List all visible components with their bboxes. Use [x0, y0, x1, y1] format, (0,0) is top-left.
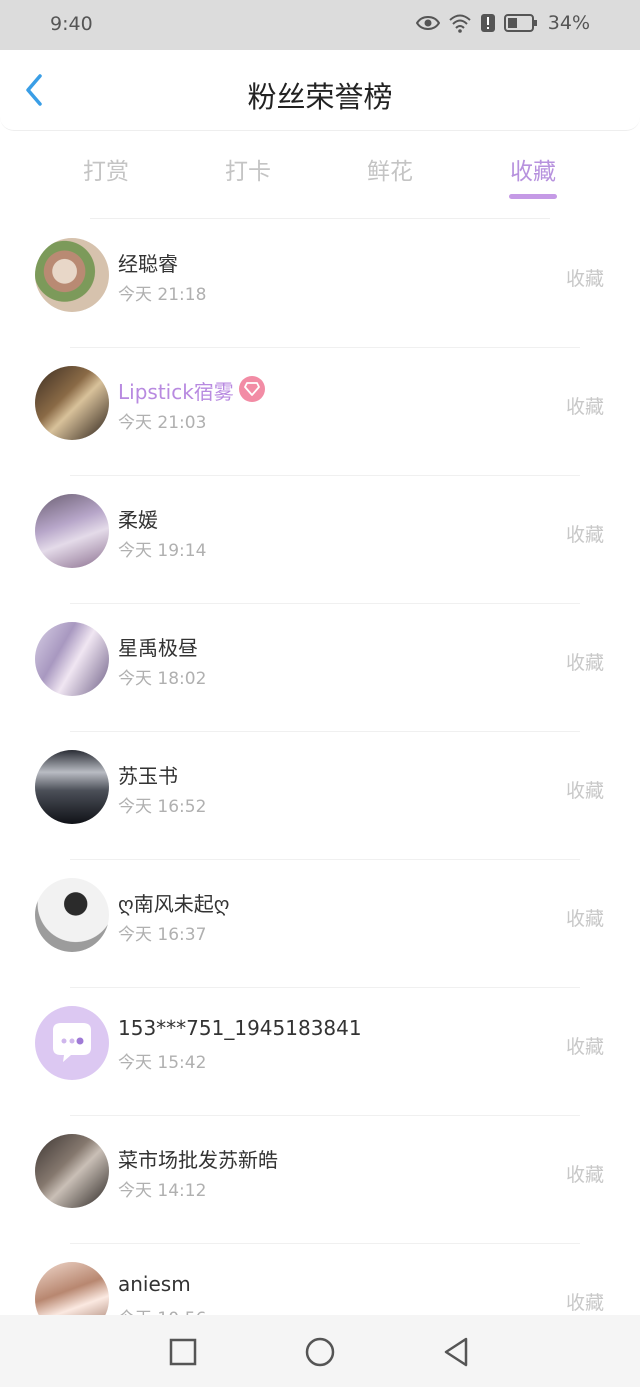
avatar — [35, 1134, 109, 1208]
avatar — [35, 494, 109, 568]
favorite-label: 收藏 — [565, 1292, 604, 1314]
fan-time: 今天 21:03 — [118, 413, 207, 433]
tab-flowers[interactable]: 鲜花 — [367, 152, 413, 186]
tab-favorites[interactable]: 收藏 — [510, 152, 556, 186]
fan-name: 经聪睿 — [118, 252, 178, 276]
fan-time: 今天 14:12 — [118, 1181, 207, 1201]
list-item[interactable]: 星禹极昼 今天 18:02 收藏 — [0, 604, 640, 732]
page-title: 粉丝荣誉榜 — [247, 80, 393, 114]
status-bar: 9:40 34% — [0, 0, 640, 50]
recent-apps-button[interactable] — [166, 1335, 200, 1369]
list-item[interactable]: 苏玉书 今天 16:52 收藏 — [0, 732, 640, 860]
fan-time: 今天 15:42 — [118, 1053, 207, 1073]
status-icons: 34% — [415, 12, 590, 34]
recent-apps-icon — [169, 1338, 197, 1366]
fan-name: 苏玉书 — [118, 764, 178, 788]
system-nav-bar — [0, 1315, 640, 1387]
favorite-label: 收藏 — [565, 268, 604, 290]
tab-checkin[interactable]: 打卡 — [225, 152, 271, 186]
eye-icon — [415, 16, 440, 30]
favorite-label: 收藏 — [565, 652, 604, 674]
fan-name: ღ南风未起ღ — [118, 892, 230, 916]
list-item[interactable]: 153***751_1945183841 今天 15:42 收藏 — [0, 988, 640, 1116]
battery-percent: 34% — [547, 12, 590, 34]
favorite-label: 收藏 — [565, 396, 604, 418]
favorite-label: 收藏 — [565, 780, 604, 802]
favorite-label: 收藏 — [565, 1164, 604, 1186]
header: 粉丝荣誉榜 — [0, 50, 640, 131]
fan-time: 今天 16:52 — [118, 797, 207, 817]
chat-bubble-icon — [53, 1023, 91, 1062]
fan-name: 柔媛 — [118, 508, 158, 532]
fan-time: 今天 21:18 — [118, 285, 207, 305]
back-icon — [444, 1337, 468, 1367]
list-item[interactable]: Lipstick宿雾 今天 21:03 收藏 — [0, 348, 640, 476]
avatar — [35, 750, 109, 824]
avatar — [35, 238, 109, 312]
wifi-icon — [449, 14, 471, 33]
list-item[interactable]: ღ南风未起ღ 今天 16:37 收藏 — [0, 860, 640, 988]
tab-reward[interactable]: 打赏 — [83, 152, 129, 186]
status-time: 9:40 — [50, 13, 93, 35]
list-item[interactable]: 菜市场批发苏新皓 今天 14:12 收藏 — [0, 1116, 640, 1244]
list-item[interactable]: 柔媛 今天 19:14 收藏 — [0, 476, 640, 604]
tabs-divider — [90, 218, 550, 219]
fan-name: Lipstick宿雾 — [118, 380, 234, 404]
avatar — [35, 622, 109, 696]
fan-name: 星禹极昼 — [118, 636, 198, 660]
favorite-label: 收藏 — [565, 524, 604, 546]
nav-back-button[interactable] — [440, 1335, 474, 1369]
active-tab-indicator — [509, 194, 557, 199]
alert-icon — [480, 14, 495, 32]
fan-time: 今天 19:14 — [118, 541, 207, 561]
default-avatar — [35, 1006, 109, 1080]
favorite-label: 收藏 — [565, 1036, 604, 1058]
list-item[interactable]: 经聪睿 今天 21:18 收藏 — [0, 220, 640, 348]
home-button[interactable] — [303, 1335, 337, 1369]
fan-time: 今天 16:37 — [118, 925, 207, 945]
battery-icon — [503, 14, 537, 32]
home-icon — [305, 1337, 335, 1367]
fan-name: aniesm — [118, 1272, 191, 1296]
fan-name: 153***751_1945183841 — [118, 1016, 362, 1040]
avatar — [35, 366, 109, 440]
fan-name: 菜市场批发苏新皓 — [118, 1148, 278, 1172]
vip-diamond-icon — [239, 376, 265, 402]
avatar — [35, 878, 109, 952]
favorite-label: 收藏 — [565, 908, 604, 930]
fan-time: 今天 18:02 — [118, 669, 207, 689]
tab-bar: 打赏 打卡 鲜花 收藏 — [0, 140, 640, 210]
